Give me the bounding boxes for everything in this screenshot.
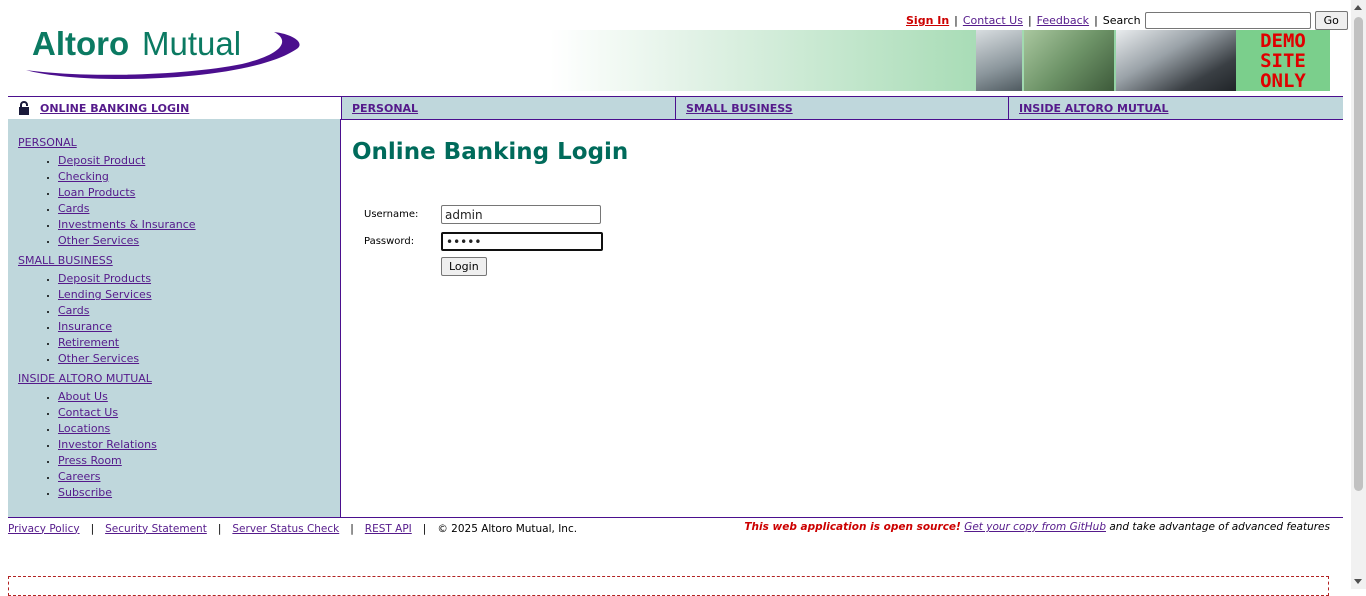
svg-text:Mutual: Mutual: [142, 25, 241, 62]
list-item: Careers: [58, 469, 340, 485]
dashed-box: [8, 576, 1329, 596]
privacy-policy-link[interactable]: Privacy Policy: [8, 523, 80, 535]
scroll-down-icon[interactable]: [1354, 579, 1362, 584]
tab-small-business: SMALL BUSINESS: [675, 97, 1008, 119]
personal-nav-link[interactable]: PERSONAL: [352, 102, 418, 115]
sidebar-item-business-cards[interactable]: Cards: [58, 304, 89, 317]
feedback-link[interactable]: Feedback: [1037, 14, 1089, 27]
lock-icon: [19, 101, 29, 115]
list-item: Cards: [58, 303, 340, 319]
sidebar-item-cards[interactable]: Cards: [58, 202, 89, 215]
list-item: Investor Relations: [58, 437, 340, 453]
list-item: Cards: [58, 201, 340, 217]
list-item: Subscribe: [58, 485, 340, 501]
sidebar: PERSONAL Deposit Product Checking Loan P…: [8, 119, 341, 517]
list-item: Deposit Products: [58, 271, 340, 287]
list-item: About Us: [58, 389, 340, 405]
small-business-nav-link[interactable]: SMALL BUSINESS: [686, 102, 793, 115]
search-label: Search: [1102, 14, 1141, 27]
list-item: Other Services: [58, 233, 340, 249]
altoro-mutual-logo: Altoro Mutual: [26, 25, 300, 80]
list-item: Insurance: [58, 319, 340, 335]
sidebar-item-checking[interactable]: Checking: [58, 170, 109, 183]
inside-altoro-mutual-nav-link[interactable]: INSIDE ALTORO MUTUAL: [1019, 102, 1169, 115]
advantage-text: and take advantage of advanced features: [1109, 521, 1330, 533]
list-item: Checking: [58, 169, 340, 185]
list-item: Loan Products: [58, 185, 340, 201]
sidebar-item-retirement[interactable]: Retirement: [58, 336, 119, 349]
list-item: Press Room: [58, 453, 340, 469]
sidebar-item-business-other-services[interactable]: Other Services: [58, 352, 139, 365]
username-field[interactable]: [441, 205, 601, 224]
list-item: Retirement: [58, 335, 340, 351]
banner-photo-woman: [976, 30, 1022, 91]
github-link[interactable]: Get your copy from GitHub: [964, 521, 1106, 533]
list-item: Locations: [58, 421, 340, 437]
password-label: Password:: [364, 236, 415, 247]
security-statement-link[interactable]: Security Statement: [105, 523, 207, 535]
footer: Privacy Policy | Security Statement | Se…: [8, 517, 1343, 537]
login-button[interactable]: Login: [441, 257, 487, 276]
list-item: Contact Us: [58, 405, 340, 421]
list-item: Investments & Insurance: [58, 217, 340, 233]
tab-personal: PERSONAL: [341, 97, 675, 119]
sidebar-item-press-room[interactable]: Press Room: [58, 454, 122, 467]
header-banner: DEMO SITE ONLY: [550, 30, 1330, 91]
sign-in-link[interactable]: Sign In: [906, 14, 949, 27]
vertical-scrollbar[interactable]: [1351, 0, 1366, 589]
banner-photo-keyboard: [1024, 30, 1114, 91]
tab-online-banking-login: ONLINE BANKING LOGIN: [8, 97, 341, 119]
sidebar-item-investments-insurance[interactable]: Investments & Insurance: [58, 218, 196, 231]
server-status-link[interactable]: Server Status Check: [232, 523, 339, 535]
search-input[interactable]: [1144, 12, 1311, 29]
sidebar-section-personal[interactable]: PERSONAL: [18, 136, 77, 149]
sidebar-item-contact-us[interactable]: Contact Us: [58, 406, 118, 419]
copyright: © 2025 Altoro Mutual, Inc.: [437, 522, 578, 535]
list-item: Other Services: [58, 351, 340, 367]
sidebar-item-locations[interactable]: Locations: [58, 422, 110, 435]
sidebar-section-small-business[interactable]: SMALL BUSINESS: [18, 254, 113, 267]
page-title: Online Banking Login: [352, 139, 629, 165]
sidebar-section-inside-altoro[interactable]: INSIDE ALTORO MUTUAL: [18, 372, 152, 385]
svg-text:Altoro: Altoro: [32, 25, 129, 62]
sidebar-list-small-business: Deposit Products Lending Services Cards …: [8, 271, 340, 367]
rest-api-link[interactable]: REST API: [365, 523, 412, 535]
demo-site-only-badge: DEMO SITE ONLY: [1236, 30, 1330, 91]
sidebar-item-deposit-product[interactable]: Deposit Product: [58, 154, 145, 167]
sidebar-item-lending-services[interactable]: Lending Services: [58, 288, 152, 301]
list-item: Lending Services: [58, 287, 340, 303]
top-navigation: ONLINE BANKING LOGIN PERSONAL SMALL BUSI…: [8, 96, 1343, 120]
list-item: Deposit Product: [58, 153, 340, 169]
banner-photo-business-people: [1116, 30, 1236, 91]
sidebar-item-about-us[interactable]: About Us: [58, 390, 108, 403]
contact-us-link[interactable]: Contact Us: [963, 14, 1023, 27]
open-source-notice: This web application is open source! Get…: [744, 521, 1330, 533]
open-source-text: This web application is open source!: [744, 521, 961, 533]
scrollbar-thumb[interactable]: [1354, 17, 1363, 491]
password-field[interactable]: [441, 232, 603, 251]
sidebar-item-other-services[interactable]: Other Services: [58, 234, 139, 247]
tab-inside-altoro-mutual: INSIDE ALTORO MUTUAL: [1008, 97, 1343, 119]
username-label: Username:: [364, 209, 419, 220]
sidebar-item-deposit-products[interactable]: Deposit Products: [58, 272, 151, 285]
utility-links: Sign In | Contact Us | Feedback | Search…: [906, 11, 1348, 30]
login-form: Username: Password: Login: [364, 201, 603, 276]
sidebar-item-investor-relations[interactable]: Investor Relations: [58, 438, 157, 451]
scroll-up-icon[interactable]: [1354, 5, 1362, 10]
sidebar-list-personal: Deposit Product Checking Loan Products C…: [8, 153, 340, 249]
sidebar-item-subscribe[interactable]: Subscribe: [58, 486, 112, 499]
search-go-button[interactable]: Go: [1314, 11, 1348, 30]
sidebar-item-insurance[interactable]: Insurance: [58, 320, 112, 333]
sidebar-item-loan-products[interactable]: Loan Products: [58, 186, 135, 199]
online-banking-login-link[interactable]: ONLINE BANKING LOGIN: [40, 102, 189, 115]
sidebar-item-careers[interactable]: Careers: [58, 470, 101, 483]
sidebar-list-inside-altoro: About Us Contact Us Locations Investor R…: [8, 389, 340, 501]
